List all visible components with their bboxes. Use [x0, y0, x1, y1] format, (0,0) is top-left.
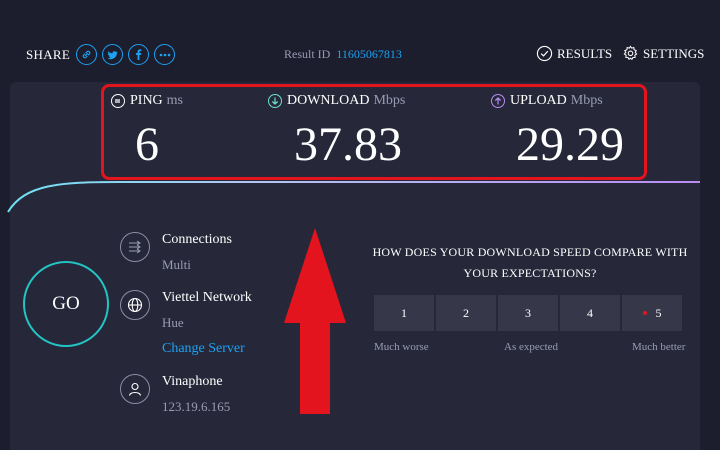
- rating-label-low: Much worse: [374, 341, 429, 353]
- download-unit: Mbps: [373, 93, 406, 108]
- rating-option-3[interactable]: 3: [498, 295, 558, 331]
- change-server-link[interactable]: Change Server: [162, 341, 252, 357]
- ping-unit: ms: [166, 93, 184, 108]
- top-bar: SHARE Result ID 11605067813 RESULTS SETT…: [0, 0, 720, 82]
- globe-icon: [120, 290, 150, 320]
- upload-metric: UPLOAD Mbps 29.29: [491, 93, 624, 169]
- upload-label: UPLOAD: [510, 93, 567, 108]
- connections-value[interactable]: Multi: [162, 257, 232, 273]
- survey-question: HOW DOES YOUR DOWNLOAD SPEED COMPARE WIT…: [372, 245, 688, 280]
- facebook-icon[interactable]: [128, 44, 150, 65]
- go-button[interactable]: GO: [23, 261, 109, 347]
- rating-option-1[interactable]: 1: [374, 295, 434, 331]
- upload-value: 29.29: [516, 118, 624, 171]
- network-location: Hue: [162, 315, 184, 330]
- share-bar: SHARE: [26, 44, 180, 65]
- red-arrow-annotation: [284, 228, 346, 414]
- rating-option-label: 1: [401, 305, 407, 320]
- check-circle-icon: [536, 45, 553, 62]
- result-id-link[interactable]: 11605067813: [336, 47, 402, 61]
- ping-value: 6: [135, 118, 159, 171]
- isp-title: Vinaphone: [162, 374, 223, 389]
- upload-arrow-icon: [491, 94, 505, 108]
- rating-option-5[interactable]: 5: [622, 295, 682, 331]
- download-value: 37.83: [294, 118, 402, 171]
- rating-label-mid: As expected: [504, 341, 559, 353]
- download-metric: DOWNLOAD Mbps 37.83: [268, 93, 405, 169]
- rating-option-label: 3: [525, 305, 531, 320]
- rating-scale: 1 2 3 4 5: [374, 295, 682, 331]
- connections-icon: [120, 232, 150, 262]
- network-info: Viettel Network Hue Change Server: [120, 290, 252, 357]
- share-label: SHARE: [26, 46, 71, 62]
- rating-option-label: 2: [463, 305, 469, 320]
- isp-ip: 123.19.6.165: [162, 399, 231, 414]
- gear-icon: [623, 45, 638, 61]
- ping-label: PING: [130, 93, 163, 108]
- link-icon[interactable]: [76, 44, 98, 65]
- result-id: Result ID 11605067813: [284, 47, 402, 62]
- download-label: DOWNLOAD: [287, 93, 370, 108]
- settings-button[interactable]: SETTINGS: [622, 45, 704, 62]
- connections-info: Connections Multi: [120, 232, 232, 273]
- rating-option-label: 4: [587, 305, 593, 320]
- result-id-label: Result ID: [284, 47, 331, 61]
- more-icon[interactable]: [154, 44, 176, 65]
- download-arrow-icon: [268, 94, 282, 108]
- rating-option-4[interactable]: 4: [560, 295, 620, 331]
- network-title: Viettel Network: [162, 290, 252, 305]
- isp-info: Vinaphone 123.19.6.165: [120, 374, 230, 415]
- rating-label-high: Much better: [632, 341, 686, 353]
- results-button[interactable]: RESULTS: [536, 45, 612, 62]
- upload-unit: Mbps: [570, 93, 603, 108]
- results-label: RESULTS: [557, 45, 613, 61]
- ping-metric: PING ms 6: [111, 93, 183, 169]
- ping-icon: [111, 94, 125, 108]
- user-icon: [120, 374, 150, 404]
- connections-title: Connections: [162, 232, 232, 247]
- rating-option-label: 5: [655, 305, 662, 320]
- settings-label: SETTINGS: [643, 45, 705, 61]
- twitter-icon[interactable]: [102, 44, 124, 65]
- cursor-dot: [642, 311, 647, 315]
- rating-option-2[interactable]: 2: [436, 295, 496, 331]
